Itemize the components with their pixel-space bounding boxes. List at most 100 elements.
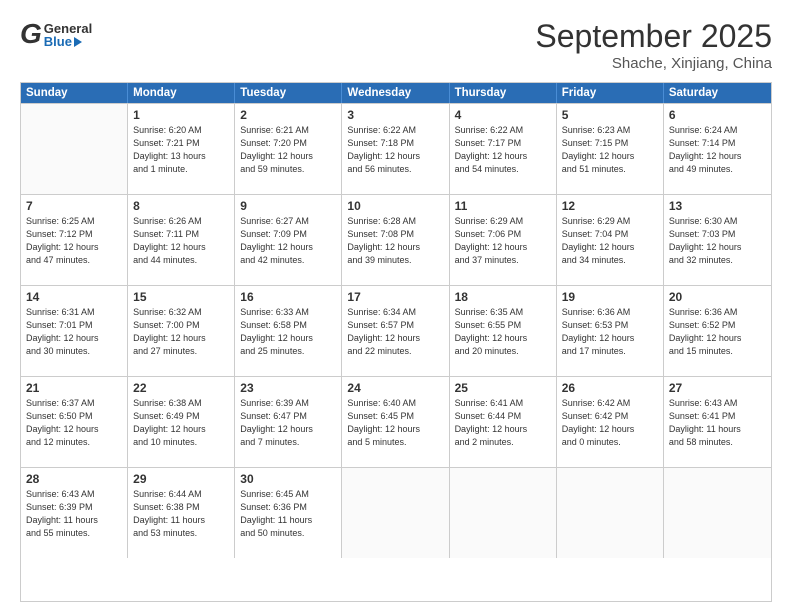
day-number: 21 bbox=[26, 381, 122, 395]
day-number: 13 bbox=[669, 199, 766, 213]
page: G General Blue September 2025 Shache, Xi… bbox=[0, 0, 792, 612]
day-number: 1 bbox=[133, 108, 229, 122]
calendar-cell-w3-d6: 19Sunrise: 6:36 AMSunset: 6:53 PMDayligh… bbox=[557, 286, 664, 376]
cell-info: Sunrise: 6:22 AMSunset: 7:18 PMDaylight:… bbox=[347, 124, 443, 176]
cell-info: Sunrise: 6:33 AMSunset: 6:58 PMDaylight:… bbox=[240, 306, 336, 358]
calendar-cell-w4-d3: 23 Sunrise: 6:39 AMSunset: 6:47 PMDayligh… bbox=[235, 377, 342, 467]
calendar-cell-w4-d2: 22 Sunrise: 6:38 AMSunset: 6:49 PMDayligh… bbox=[128, 377, 235, 467]
cell-info: Sunrise: 6:35 AMSunset: 6:55 PMDaylight:… bbox=[455, 306, 551, 358]
day-number: 9 bbox=[240, 199, 336, 213]
day-number: 5 bbox=[562, 108, 658, 122]
calendar-week-1: 1 Sunrise: 6:20 AMSunset: 7:21 PMDaylight… bbox=[21, 103, 771, 194]
calendar-cell-w2-d6: 12 Sunrise: 6:29 AMSunset: 7:04 PMDayligh… bbox=[557, 195, 664, 285]
day-number: 20 bbox=[669, 290, 766, 304]
cell-info: Sunrise: 6:26 AMSunset: 7:11 PMDaylight:… bbox=[133, 215, 229, 267]
calendar-cell-w1-d3: 2Sunrise: 6:21 AMSunset: 7:20 PMDaylight… bbox=[235, 104, 342, 194]
day-number: 25 bbox=[455, 381, 551, 395]
logo-g: G bbox=[20, 18, 42, 49]
cell-info: Sunrise: 6:39 AMSunset: 6:47 PMDaylight:… bbox=[240, 397, 336, 449]
day-number: 22 bbox=[133, 381, 229, 395]
calendar-week-2: 7 Sunrise: 6:25 AMSunset: 7:12 PMDaylight… bbox=[21, 194, 771, 285]
cell-info: Sunrise: 6:29 AMSunset: 7:04 PMDaylight:… bbox=[562, 215, 658, 267]
cell-info: Sunrise: 6:22 AMSunset: 7:17 PMDaylight:… bbox=[455, 124, 551, 176]
calendar-cell-w2-d1: 7 Sunrise: 6:25 AMSunset: 7:12 PMDaylight… bbox=[21, 195, 128, 285]
day-number: 12 bbox=[562, 199, 658, 213]
calendar-header: Sunday Monday Tuesday Wednesday Thursday… bbox=[21, 83, 771, 103]
cell-info: Sunrise: 6:30 AMSunset: 7:03 PMDaylight:… bbox=[669, 215, 766, 267]
calendar-cell-w1-d1 bbox=[21, 104, 128, 194]
calendar-body: 1 Sunrise: 6:20 AMSunset: 7:21 PMDaylight… bbox=[21, 103, 771, 558]
day-number: 26 bbox=[562, 381, 658, 395]
calendar-cell-w3-d7: 20 Sunrise: 6:36 AMSunset: 6:52 PMDayligh… bbox=[664, 286, 771, 376]
day-number: 6 bbox=[669, 108, 766, 122]
cell-info: Sunrise: 6:29 AMSunset: 7:06 PMDaylight:… bbox=[455, 215, 551, 267]
col-wednesday: Wednesday bbox=[342, 83, 449, 103]
day-number: 29 bbox=[133, 472, 229, 486]
calendar-cell-w2-d7: 13 Sunrise: 6:30 AMSunset: 7:03 PMDayligh… bbox=[664, 195, 771, 285]
calendar-cell-w1-d4: 3 Sunrise: 6:22 AMSunset: 7:18 PMDaylight… bbox=[342, 104, 449, 194]
calendar-cell-w1-d7: 6 Sunrise: 6:24 AMSunset: 7:14 PMDaylight… bbox=[664, 104, 771, 194]
title-block: September 2025 Shache, Xinjiang, China bbox=[535, 18, 772, 72]
calendar-cell-w4-d7: 27 Sunrise: 6:43 AMSunset: 6:41 PMDayligh… bbox=[664, 377, 771, 467]
header: G General Blue September 2025 Shache, Xi… bbox=[20, 18, 772, 72]
day-number: 4 bbox=[455, 108, 551, 122]
calendar-cell-w3-d3: 16 Sunrise: 6:33 AMSunset: 6:58 PMDayligh… bbox=[235, 286, 342, 376]
cell-info: Sunrise: 6:43 AMSunset: 6:39 PMDaylight:… bbox=[26, 488, 122, 540]
day-number: 8 bbox=[133, 199, 229, 213]
cell-info: Sunrise: 6:25 AMSunset: 7:12 PMDaylight:… bbox=[26, 215, 122, 267]
col-monday: Monday bbox=[128, 83, 235, 103]
day-number: 28 bbox=[26, 472, 122, 486]
day-number: 14 bbox=[26, 290, 122, 304]
calendar-cell-w2-d5: 11 Sunrise: 6:29 AMSunset: 7:06 PMDayligh… bbox=[450, 195, 557, 285]
cell-info: Sunrise: 6:42 AMSunset: 6:42 PMDaylight:… bbox=[562, 397, 658, 449]
cell-info: Sunrise: 6:37 AMSunset: 6:50 PMDaylight:… bbox=[26, 397, 122, 449]
location-subtitle: Shache, Xinjiang, China bbox=[535, 55, 772, 72]
calendar-cell-w1-d6: 5 Sunrise: 6:23 AMSunset: 7:15 PMDaylight… bbox=[557, 104, 664, 194]
col-sunday: Sunday bbox=[21, 83, 128, 103]
col-tuesday: Tuesday bbox=[235, 83, 342, 103]
day-number: 11 bbox=[455, 199, 551, 213]
col-friday: Friday bbox=[557, 83, 664, 103]
cell-info: Sunrise: 6:44 AMSunset: 6:38 PMDaylight:… bbox=[133, 488, 229, 540]
day-number: 23 bbox=[240, 381, 336, 395]
day-number: 15 bbox=[133, 290, 229, 304]
month-title: September 2025 bbox=[535, 18, 772, 55]
col-saturday: Saturday bbox=[664, 83, 771, 103]
calendar-cell-w4-d1: 21 Sunrise: 6:37 AMSunset: 6:50 PMDayligh… bbox=[21, 377, 128, 467]
calendar-cell-w4-d4: 24Sunrise: 6:40 AMSunset: 6:45 PMDayligh… bbox=[342, 377, 449, 467]
calendar-week-3: 14 Sunrise: 6:31 AMSunset: 7:01 PMDayligh… bbox=[21, 285, 771, 376]
calendar-cell-w5-d5 bbox=[450, 468, 557, 558]
day-number: 30 bbox=[240, 472, 336, 486]
cell-info: Sunrise: 6:34 AMSunset: 6:57 PMDaylight:… bbox=[347, 306, 443, 358]
cell-info: Sunrise: 6:23 AMSunset: 7:15 PMDaylight:… bbox=[562, 124, 658, 176]
day-number: 7 bbox=[26, 199, 122, 213]
cell-info: Sunrise: 6:41 AMSunset: 6:44 PMDaylight:… bbox=[455, 397, 551, 449]
day-number: 16 bbox=[240, 290, 336, 304]
cell-info: Sunrise: 6:36 AMSunset: 6:52 PMDaylight:… bbox=[669, 306, 766, 358]
day-number: 27 bbox=[669, 381, 766, 395]
cell-info: Sunrise: 6:38 AMSunset: 6:49 PMDaylight:… bbox=[133, 397, 229, 449]
day-number: 24 bbox=[347, 381, 443, 395]
cell-info: Sunrise: 6:43 AMSunset: 6:41 PMDaylight:… bbox=[669, 397, 766, 449]
calendar-cell-w2-d3: 9Sunrise: 6:27 AMSunset: 7:09 PMDaylight… bbox=[235, 195, 342, 285]
cell-info: Sunrise: 6:20 AMSunset: 7:21 PMDaylight:… bbox=[133, 124, 229, 176]
day-number: 2 bbox=[240, 108, 336, 122]
cell-info: Sunrise: 6:32 AMSunset: 7:00 PMDaylight:… bbox=[133, 306, 229, 358]
cell-info: Sunrise: 6:45 AMSunset: 6:36 PMDaylight:… bbox=[240, 488, 336, 540]
col-thursday: Thursday bbox=[450, 83, 557, 103]
cell-info: Sunrise: 6:28 AMSunset: 7:08 PMDaylight:… bbox=[347, 215, 443, 267]
logo-arrow-icon bbox=[74, 37, 82, 47]
calendar-cell-w5-d7 bbox=[664, 468, 771, 558]
calendar-cell-w3-d5: 18 Sunrise: 6:35 AMSunset: 6:55 PMDayligh… bbox=[450, 286, 557, 376]
calendar-cell-w3-d1: 14 Sunrise: 6:31 AMSunset: 7:01 PMDayligh… bbox=[21, 286, 128, 376]
logo-blue: Blue bbox=[44, 35, 72, 48]
calendar-cell-w3-d2: 15 Sunrise: 6:32 AMSunset: 7:00 PMDayligh… bbox=[128, 286, 235, 376]
cell-info: Sunrise: 6:24 AMSunset: 7:14 PMDaylight:… bbox=[669, 124, 766, 176]
calendar-cell-w5-d4 bbox=[342, 468, 449, 558]
cell-info: Sunrise: 6:36 AMSunset: 6:53 PMDaylight:… bbox=[562, 306, 658, 358]
cell-info: Sunrise: 6:31 AMSunset: 7:01 PMDaylight:… bbox=[26, 306, 122, 358]
day-number: 18 bbox=[455, 290, 551, 304]
day-number: 3 bbox=[347, 108, 443, 122]
day-number: 10 bbox=[347, 199, 443, 213]
calendar-cell-w3-d4: 17Sunrise: 6:34 AMSunset: 6:57 PMDayligh… bbox=[342, 286, 449, 376]
